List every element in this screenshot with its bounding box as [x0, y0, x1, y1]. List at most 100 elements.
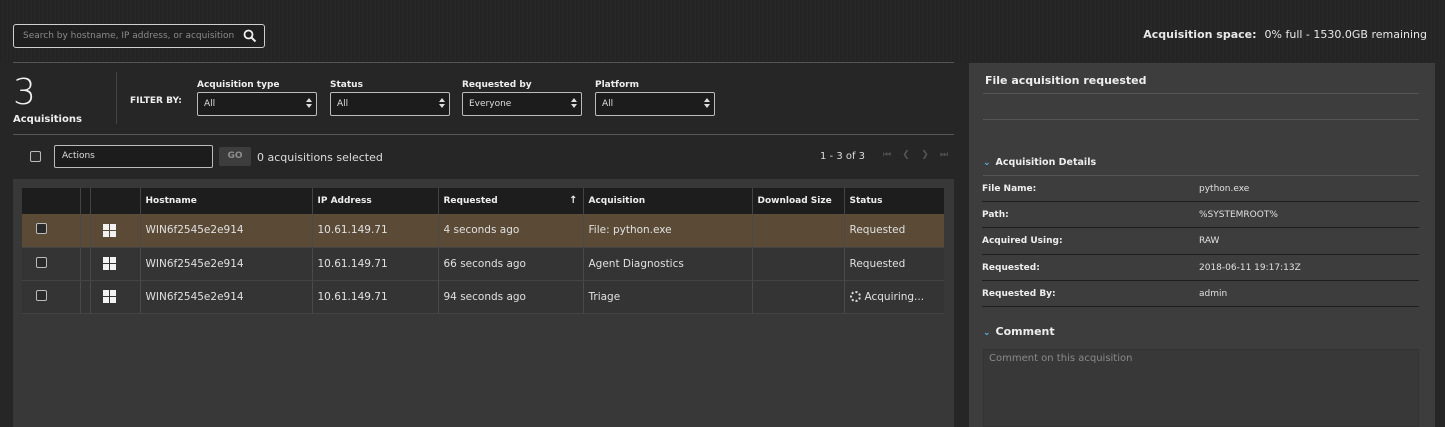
- select-arrows-icon: [439, 97, 445, 109]
- detail-row: Path: %SYSTEMROOT%: [982, 202, 1419, 229]
- section-title: Acquisition Details: [995, 157, 1097, 168]
- acquisition-count-label: Acquisitions: [13, 114, 82, 125]
- section-title: Comment: [995, 325, 1055, 338]
- requested-by-select[interactable]: Everyone: [462, 92, 582, 116]
- header-requested[interactable]: Requested ↑: [437, 188, 583, 214]
- acquisition-space: Acquisition space: 0% full - 1530.0GB rem…: [1143, 28, 1427, 41]
- detail-row: File Name: python.exe: [982, 176, 1419, 203]
- row-ip: 10.61.149.71: [311, 247, 438, 281]
- header-hostname[interactable]: Hostname: [139, 188, 312, 214]
- row-checkbox-cell: [22, 280, 80, 314]
- table-row[interactable]: WIN6f2545e2e914 10.61.149.71 66 seconds …: [22, 247, 944, 281]
- select-value: Everyone: [469, 99, 512, 109]
- filter-acquisition-type: Acquisition type All: [197, 80, 317, 116]
- go-button[interactable]: GO: [219, 147, 251, 166]
- details-list: File Name: python.exe Path: %SYSTEMROOT% A…: [982, 176, 1419, 307]
- header-checkbox-col: [22, 188, 80, 214]
- divider: [983, 119, 1419, 120]
- row-checkbox-cell: [22, 247, 80, 281]
- row-download-size: [751, 247, 844, 281]
- select-all-checkbox[interactable]: [30, 151, 41, 162]
- search-icon[interactable]: [243, 29, 257, 43]
- pagination-controls: ⏮ ❮ ❯ ⏭: [882, 150, 949, 160]
- windows-icon: [102, 290, 116, 303]
- row-acquisition: Agent Diagnostics: [582, 247, 752, 281]
- row-acquisition: File: python.exe: [582, 214, 752, 248]
- detail-value: python.exe: [1199, 184, 1250, 194]
- row-requested: 4 seconds ago: [437, 214, 583, 248]
- row-ip: 10.61.149.71: [311, 214, 438, 248]
- filter-label: Platform: [595, 80, 639, 90]
- filter-label: Status: [330, 80, 363, 90]
- row-hostname: WIN6f2545e2e914: [139, 280, 312, 314]
- detail-row: Requested: 2018-06-11 19:17:13Z: [982, 255, 1419, 281]
- filter-status: Status All: [330, 80, 450, 116]
- header-ip-address[interactable]: IP Address: [311, 188, 438, 214]
- row-spacer: [79, 214, 90, 248]
- header-download-size[interactable]: Download Size: [751, 188, 844, 214]
- last-page-icon[interactable]: ⏭: [939, 150, 949, 160]
- divider: [13, 134, 954, 135]
- next-page-icon[interactable]: ❯: [920, 150, 930, 160]
- row-checkbox[interactable]: [36, 223, 47, 235]
- row-status-cell: Acquiring...: [843, 280, 944, 314]
- search-box[interactable]: [13, 24, 265, 48]
- header-status[interactable]: Status: [843, 188, 944, 214]
- pagination-text: 1 - 3 of 3: [820, 151, 866, 162]
- row-status: Acquiring...: [864, 290, 925, 303]
- row-status: Requested: [843, 247, 944, 281]
- acquisition-space-value: 0% full - 1530.0GB remaining: [1264, 28, 1427, 41]
- actions-select[interactable]: Actions: [54, 145, 213, 168]
- first-page-icon[interactable]: ⏮: [882, 150, 892, 160]
- divider: [983, 93, 1419, 94]
- comment-toggle[interactable]: ⌄ Comment: [983, 325, 1055, 338]
- status-select[interactable]: All: [330, 92, 450, 116]
- detail-value: admin: [1199, 288, 1228, 299]
- row-hostname: WIN6f2545e2e914: [139, 214, 312, 248]
- row-platform-cell: [89, 214, 140, 248]
- prev-page-icon[interactable]: ❮: [901, 150, 911, 160]
- detail-key: Requested:: [982, 262, 1040, 273]
- divider: [13, 62, 954, 63]
- detail-value: RAW: [1199, 236, 1220, 247]
- filter-label: Requested by: [462, 80, 532, 90]
- row-platform-cell: [89, 247, 140, 281]
- row-requested: 94 seconds ago: [437, 280, 583, 314]
- row-hostname: WIN6f2545e2e914: [139, 247, 312, 281]
- row-checkbox[interactable]: [36, 256, 47, 268]
- detail-value: %SYSTEMROOT%: [1199, 210, 1278, 221]
- chevron-down-icon: ⌄: [983, 328, 991, 338]
- comment-input[interactable]: [984, 350, 1418, 426]
- row-status: Requested: [843, 214, 944, 248]
- header-spacer-col: [79, 188, 90, 214]
- row-checkbox[interactable]: [36, 289, 47, 301]
- detail-key: File Name:: [982, 184, 1037, 194]
- detail-key: Acquired Using:: [982, 236, 1063, 247]
- filter-by-label: FILTER BY:: [130, 96, 182, 106]
- acquisitions-table: Hostname IP Address Requested ↑ Acquisiti…: [22, 188, 944, 314]
- selected-count-text: acquisitions selected: [267, 151, 383, 164]
- select-arrows-icon: [202, 151, 208, 163]
- row-requested: 66 seconds ago: [437, 247, 583, 281]
- table-row[interactable]: WIN6f2545e2e914 10.61.149.71 94 seconds …: [22, 280, 944, 314]
- divider: [116, 72, 117, 124]
- detail-row: Acquired Using: RAW: [982, 228, 1419, 255]
- acquisition-type-select[interactable]: All: [197, 92, 317, 116]
- select-value: All: [602, 99, 614, 109]
- row-platform-cell: [89, 280, 140, 314]
- filter-requested-by: Requested by Everyone: [462, 80, 582, 116]
- row-spacer: [79, 280, 90, 314]
- select-value: Actions: [62, 151, 95, 161]
- acquisition-details-toggle[interactable]: ⌄ Acquisition Details: [983, 157, 1096, 168]
- search-input[interactable]: [14, 25, 236, 47]
- sort-ascending-icon: ↑: [569, 195, 578, 206]
- select-value: All: [204, 99, 216, 109]
- header-platform-col: [89, 188, 140, 214]
- select-arrows-icon: [306, 97, 312, 109]
- filter-platform: Platform All: [595, 80, 715, 116]
- header-acquisition[interactable]: Acquisition: [582, 188, 752, 214]
- platform-select[interactable]: All: [595, 92, 715, 116]
- table-row[interactable]: WIN6f2545e2e914 10.61.149.71 4 seconds a…: [22, 214, 944, 248]
- row-acquisition: Triage: [582, 280, 752, 314]
- windows-icon: [102, 257, 116, 270]
